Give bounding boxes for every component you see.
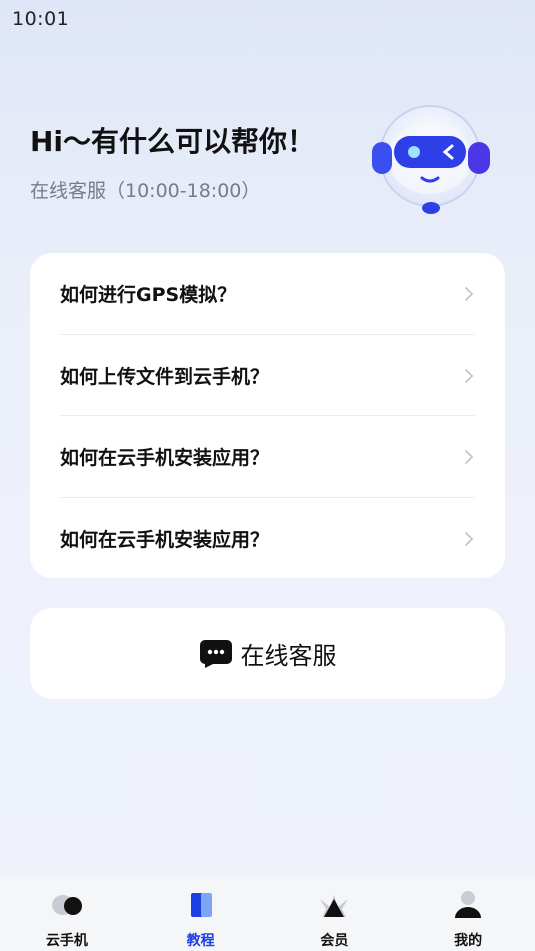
tab-profile[interactable]: 我的: [401, 877, 535, 951]
faq-item-label: 如何在云手机安装应用？: [60, 529, 270, 551]
tab-label: 云手机: [45, 933, 88, 949]
crown-icon: [320, 895, 349, 917]
faq-item-label: 如何上传文件到云手机？: [60, 366, 270, 388]
chevron-right-icon: [465, 286, 474, 301]
online-service-button[interactable]: 在线客服: [30, 608, 505, 699]
robot-assistant-icon: [366, 100, 494, 220]
tab-label: 我的: [454, 933, 483, 949]
tab-tutorial[interactable]: 教程: [134, 877, 268, 951]
tab-label: 会员: [320, 933, 349, 949]
user-icon: [455, 891, 482, 918]
faq-item-label: 如何在云手机安装应用？: [60, 447, 270, 469]
faq-item-gps[interactable]: 如何进行GPS模拟？: [60, 253, 475, 334]
tab-label: 教程: [186, 933, 215, 949]
tab-cloud-phone[interactable]: 云手机: [0, 877, 134, 951]
online-service-label: 在线客服: [240, 642, 337, 670]
bottom-nav: 云手机 教程 会员 我的: [0, 877, 535, 951]
book-icon: [190, 893, 212, 917]
chevron-right-icon: [465, 531, 474, 546]
service-hours: 在线客服（10:00-18:00）: [30, 180, 261, 202]
faq-card: 如何进行GPS模拟？ 如何上传文件到云手机？ 如何在云手机安装应用？ 如何在云手…: [30, 253, 505, 578]
chevron-right-icon: [465, 368, 474, 383]
status-bar-time: 10:01: [12, 8, 70, 30]
faq-item-label: 如何进行GPS模拟？: [60, 284, 237, 306]
faq-item-upload[interactable]: 如何上传文件到云手机？: [60, 335, 475, 416]
chat-bubble-icon: [199, 639, 232, 668]
page-title: Hi～有什么可以帮你！: [30, 125, 316, 158]
tab-membership[interactable]: 会员: [268, 877, 402, 951]
chevron-right-icon: [465, 449, 474, 464]
faq-item-install[interactable]: 如何在云手机安装应用？: [60, 416, 475, 497]
faq-item-install-2[interactable]: 如何在云手机安装应用？: [60, 498, 475, 579]
cloud-phone-icon: [51, 895, 82, 915]
